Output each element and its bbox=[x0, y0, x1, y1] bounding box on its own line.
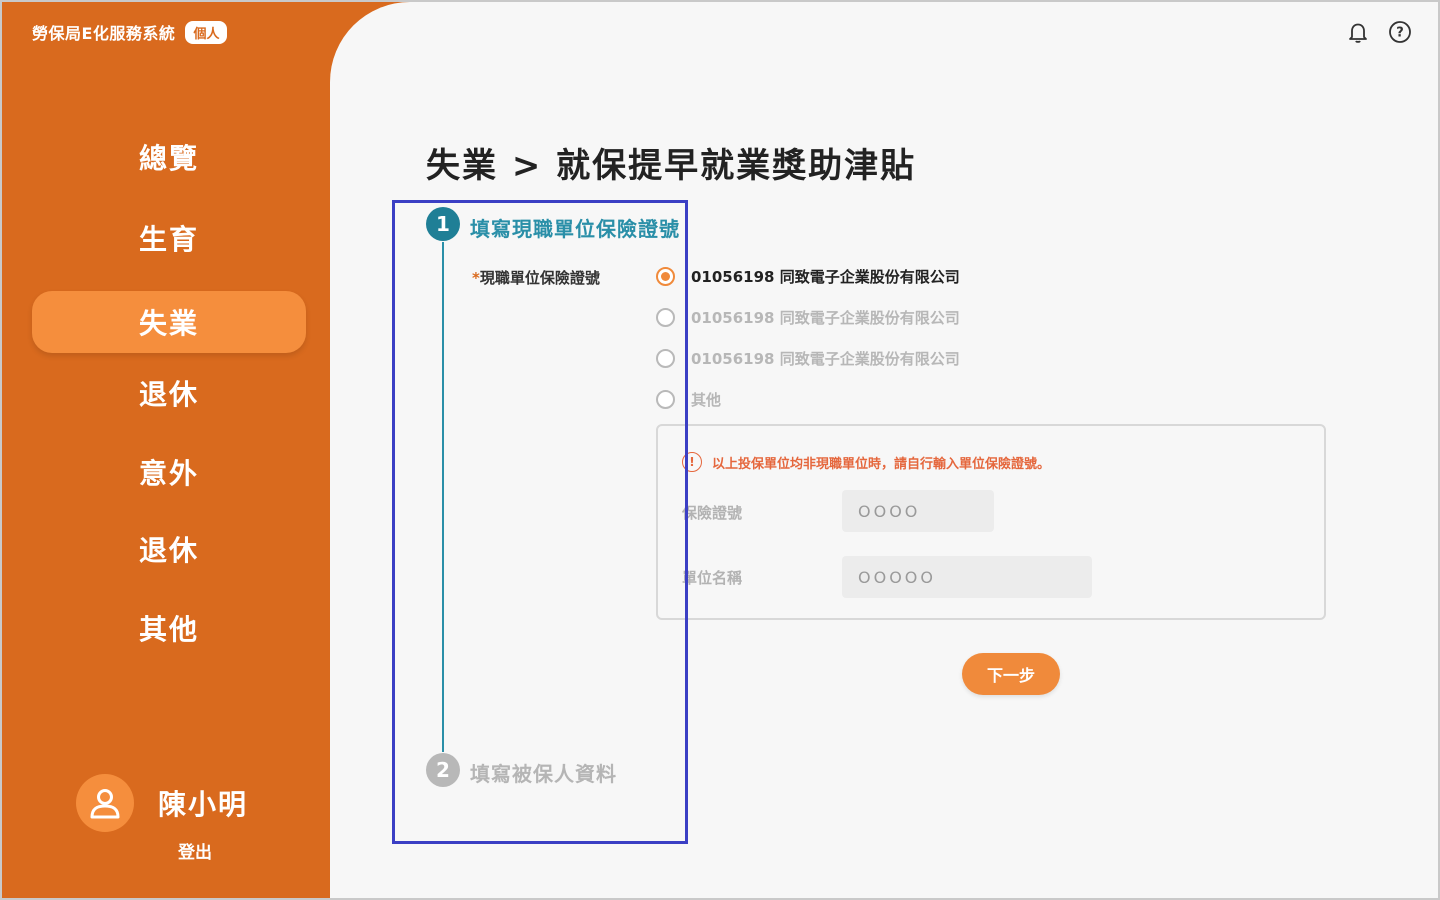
insurance-no-label: 保險證號 bbox=[682, 504, 743, 522]
sidebar-item-retirement[interactable]: 退休 bbox=[32, 362, 306, 424]
manual-entry-panel: ! 以上投保單位均非現職單位時，請自行輸入單位保險證號。 保險證號 OOOO 單… bbox=[656, 424, 1326, 620]
sidebar: 勞保局E化服務系統 個人 總覽 生育 失業 退休 意外 退休 其他 陳小明 登出 bbox=[2, 2, 332, 898]
radio-label: 01056198 同致電子企業股份有限公司 bbox=[691, 350, 960, 368]
stepper-highlight-box bbox=[392, 200, 688, 844]
unit-name-input[interactable]: OOOOO bbox=[842, 556, 1092, 598]
main-content: ? 失業 > 就保提早就業獎助津貼 1 填寫現職單位保險證號 2 填寫被保人資料… bbox=[330, 2, 1438, 898]
insurance-no-input[interactable]: OOOO bbox=[842, 490, 994, 532]
sidebar-item-unemployment[interactable]: 失業 bbox=[32, 291, 306, 353]
bell-icon[interactable] bbox=[1346, 20, 1370, 44]
brand-title: 勞保局E化服務系統 bbox=[32, 24, 176, 43]
sidebar-item-retirement-2[interactable]: 退休 bbox=[32, 518, 306, 580]
radio-label: 其他 bbox=[691, 391, 722, 409]
radio-option-3[interactable]: 01056198 同致電子企業股份有限公司 bbox=[656, 348, 960, 369]
warning-message: ! 以上投保單位均非現職單位時，請自行輸入單位保險證號。 bbox=[682, 452, 1050, 472]
unit-name-label: 單位名稱 bbox=[682, 569, 743, 587]
app-window: 勞保局E化服務系統 個人 總覽 生育 失業 退休 意外 退休 其他 陳小明 登出 bbox=[0, 0, 1440, 900]
radio-option-1[interactable]: 01056198 同致電子企業股份有限公司 bbox=[656, 266, 960, 287]
user-name: 陳小明 bbox=[158, 788, 249, 821]
sidebar-item-maternity[interactable]: 生育 bbox=[32, 207, 306, 269]
brand-badge: 個人 bbox=[185, 20, 228, 44]
radio-option-2[interactable]: 01056198 同致電子企業股份有限公司 bbox=[656, 307, 960, 328]
page-title: 失業 > 就保提早就業獎助津貼 bbox=[426, 146, 917, 186]
sidebar-item-overview[interactable]: 總覽 bbox=[32, 126, 306, 188]
brand: 勞保局E化服務系統 個人 bbox=[32, 20, 228, 44]
help-glyph: ? bbox=[1396, 26, 1404, 41]
header-actions: ? bbox=[1346, 20, 1412, 44]
logout-link[interactable]: 登出 bbox=[178, 838, 212, 863]
user-icon[interactable] bbox=[76, 774, 134, 832]
radio-label: 01056198 同致電子企業股份有限公司 bbox=[691, 309, 960, 327]
next-button[interactable]: 下一步 bbox=[962, 653, 1060, 695]
user-profile: 陳小明 bbox=[76, 774, 248, 832]
warning-text: 以上投保單位均非現職單位時，請自行輸入單位保險證號。 bbox=[712, 456, 1051, 472]
radio-label: 01056198 同致電子企業股份有限公司 bbox=[691, 268, 960, 286]
sidebar-item-accident[interactable]: 意外 bbox=[32, 441, 306, 503]
question-icon[interactable]: ? bbox=[1388, 20, 1412, 44]
sidebar-item-other[interactable]: 其他 bbox=[32, 597, 306, 659]
